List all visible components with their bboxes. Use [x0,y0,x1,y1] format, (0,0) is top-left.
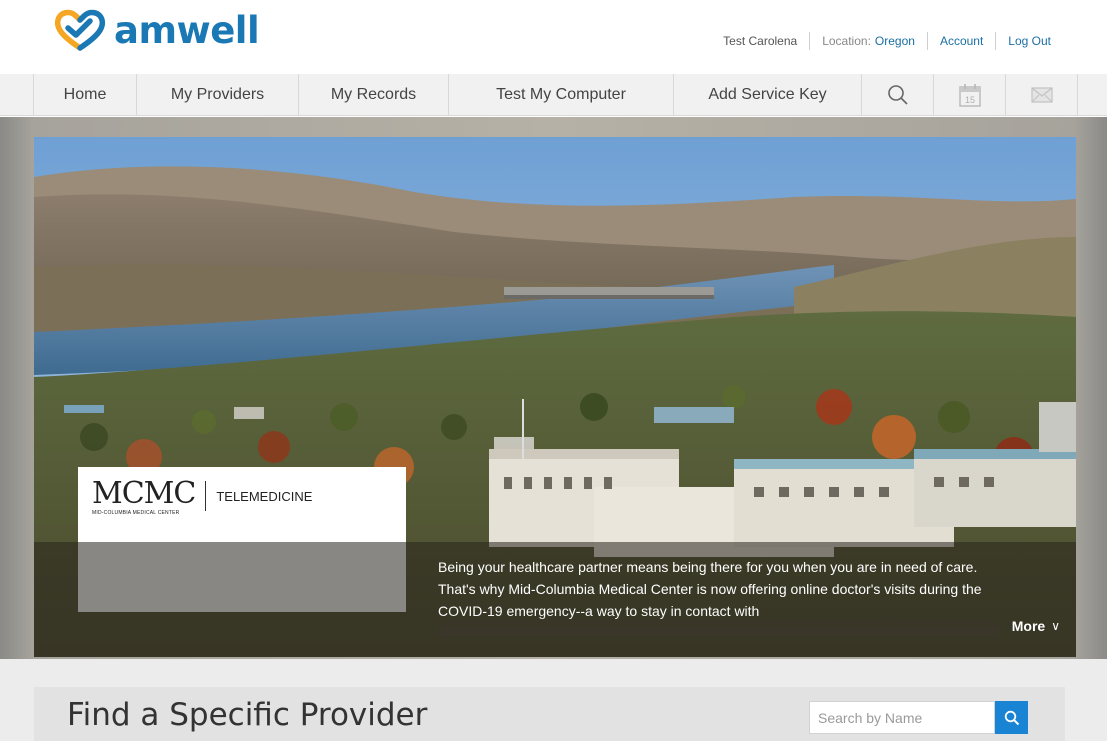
nav-my-providers[interactable]: My Providers [137,74,299,116]
provider-search-button[interactable] [995,701,1028,734]
more-label: More [1011,618,1046,634]
provider-search-input[interactable] [809,701,995,734]
logout-link[interactable]: Log Out [1008,34,1051,48]
brand-name: amwell [114,8,260,52]
main-nav: Home My Providers My Records Test My Com… [0,74,1107,116]
utility-links: Test Carolena Location: Oregon Account L… [723,32,1051,50]
user-name: Test Carolena [723,34,798,48]
logo-divider [205,481,207,511]
search-icon [887,85,908,105]
location-label: Location: [822,34,871,48]
nav-add-service-key[interactable]: Add Service Key [674,74,862,116]
divider [809,32,811,50]
nav-messages[interactable] [1006,74,1078,116]
search-icon [1004,710,1019,725]
header: amwell Test Carolena Location: Oregon Ac… [0,0,1107,74]
location-link[interactable]: Oregon [875,34,915,48]
mail-icon [1030,87,1053,103]
caption-fade [438,614,998,636]
amwell-logo[interactable]: amwell [54,8,260,52]
nav-test-my-computer[interactable]: Test My Computer [449,74,674,116]
nav-home[interactable]: Home [34,74,137,116]
heart-logo-icon [54,9,106,51]
calendar-day: 15 [964,95,974,105]
nav-search[interactable] [862,74,934,116]
divider [995,32,997,50]
find-provider-title: Find a Specific Provider [67,697,428,733]
nav-my-records[interactable]: My Records [299,74,449,116]
mcmc-mark: MCMC [92,476,196,511]
hero-backdrop: MCMC MID-COLUMBIA MEDICAL CENTER TELEMED… [0,117,1107,659]
telemedicine-label: TELEMEDICINE [216,489,313,504]
find-provider-panel: Find a Specific Provider [34,687,1065,741]
hero-banner: MCMC MID-COLUMBIA MEDICAL CENTER TELEMED… [34,137,1076,657]
more-button[interactable]: More ∨ [1012,618,1060,634]
find-provider-section: Find a Specific Provider [0,659,1107,741]
hero-caption-bar: Being your healthcare partner means bein… [34,542,1076,657]
divider [926,32,928,50]
chevron-down-icon: ∨ [1051,619,1060,633]
calendar-icon: 15 [958,84,981,107]
nav-calendar[interactable]: 15 [934,74,1006,116]
account-link[interactable]: Account [940,34,983,48]
